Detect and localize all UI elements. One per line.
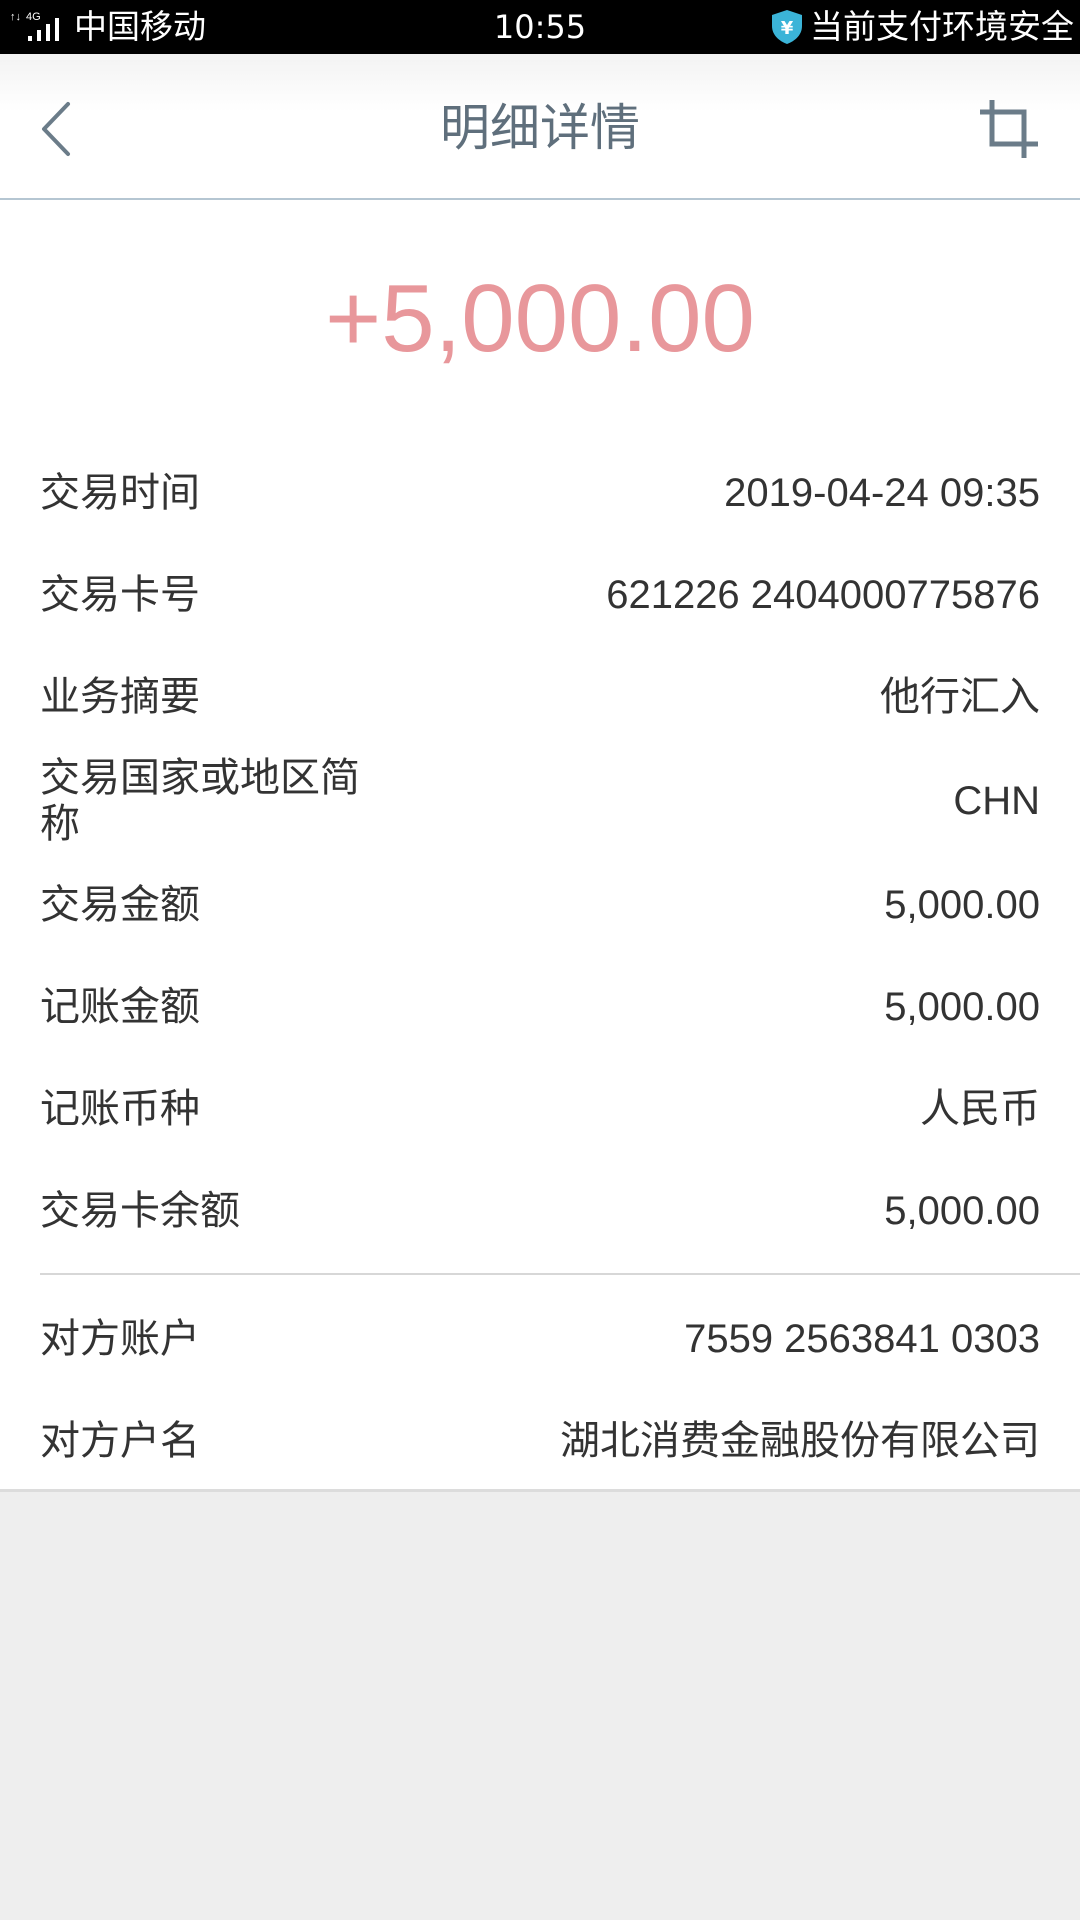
transaction-amount: +5,000.00 [325, 265, 755, 372]
detail-value: 5,000.00 [884, 1189, 1040, 1233]
detail-row-summary: 业务摘要 他行汇入 [40, 647, 1040, 747]
detail-row-transaction-amount: 交易金额 5,000.00 [40, 855, 1040, 955]
detail-row-country: 交易国家或地区简称 CHN [40, 751, 1040, 851]
detail-label: 记账币种 [40, 1086, 200, 1132]
svg-text:¥: ¥ [781, 18, 794, 39]
detail-row-booked-amount: 记账金额 5,000.00 [40, 957, 1040, 1057]
page-title: 明细详情 [440, 99, 640, 157]
detail-row-card-number: 交易卡号 621226 2404000775876 [40, 545, 1040, 645]
security-text: 当前支付环境安全 [810, 7, 1074, 46]
detail-label: 业务摘要 [40, 674, 200, 720]
section-divider [40, 1273, 1080, 1275]
detail-value: 5,000.00 [884, 985, 1040, 1029]
detail-value: 人民币 [920, 1087, 1040, 1131]
detail-row-counterparty-name: 对方户名 湖北消费金融股份有限公司 [40, 1391, 1040, 1491]
detail-label: 对方户名 [40, 1418, 200, 1464]
detail-value: 湖北消费金融股份有限公司 [560, 1419, 1040, 1463]
detail-value: 7559 2563841 0303 [684, 1317, 1040, 1361]
detail-label: 交易金额 [40, 882, 200, 928]
detail-value: 621226 2404000775876 [606, 573, 1040, 617]
detail-row-balance: 交易卡余额 5,000.00 [40, 1161, 1040, 1261]
detail-row-counterparty-account: 对方账户 7559 2563841 0303 [40, 1289, 1040, 1389]
detail-value: 他行汇入 [880, 675, 1040, 719]
detail-label: 对方账户 [40, 1316, 200, 1362]
detail-label: 交易时间 [40, 470, 200, 516]
detail-value: CHN [953, 779, 1040, 823]
detail-row-time: 交易时间 2019-04-24 09:35 [40, 443, 1040, 543]
detail-label: 交易卡余额 [40, 1188, 240, 1234]
status-bar: ↑↓ 4G 中国移动 10:55 ¥ 当前支付环境安全 [0, 0, 1080, 54]
detail-panel: +5,000.00 交易时间 2019-04-24 09:35 交易卡号 621… [0, 200, 1080, 1492]
detail-row-currency: 记账币种 人民币 [40, 1059, 1040, 1159]
security-indicator: ¥ 当前支付环境安全 [770, 7, 1074, 47]
shield-yuan-icon: ¥ [772, 10, 802, 44]
crop-icon [980, 100, 1038, 158]
detail-label: 交易卡号 [40, 572, 200, 618]
detail-label: 交易国家或地区简称 [40, 755, 360, 847]
detail-label: 记账金额 [40, 984, 200, 1030]
app-header: 明细详情 [0, 54, 1080, 200]
detail-value: 2019-04-24 09:35 [724, 471, 1040, 515]
crop-button[interactable] [978, 98, 1040, 160]
detail-value: 5,000.00 [884, 883, 1040, 927]
